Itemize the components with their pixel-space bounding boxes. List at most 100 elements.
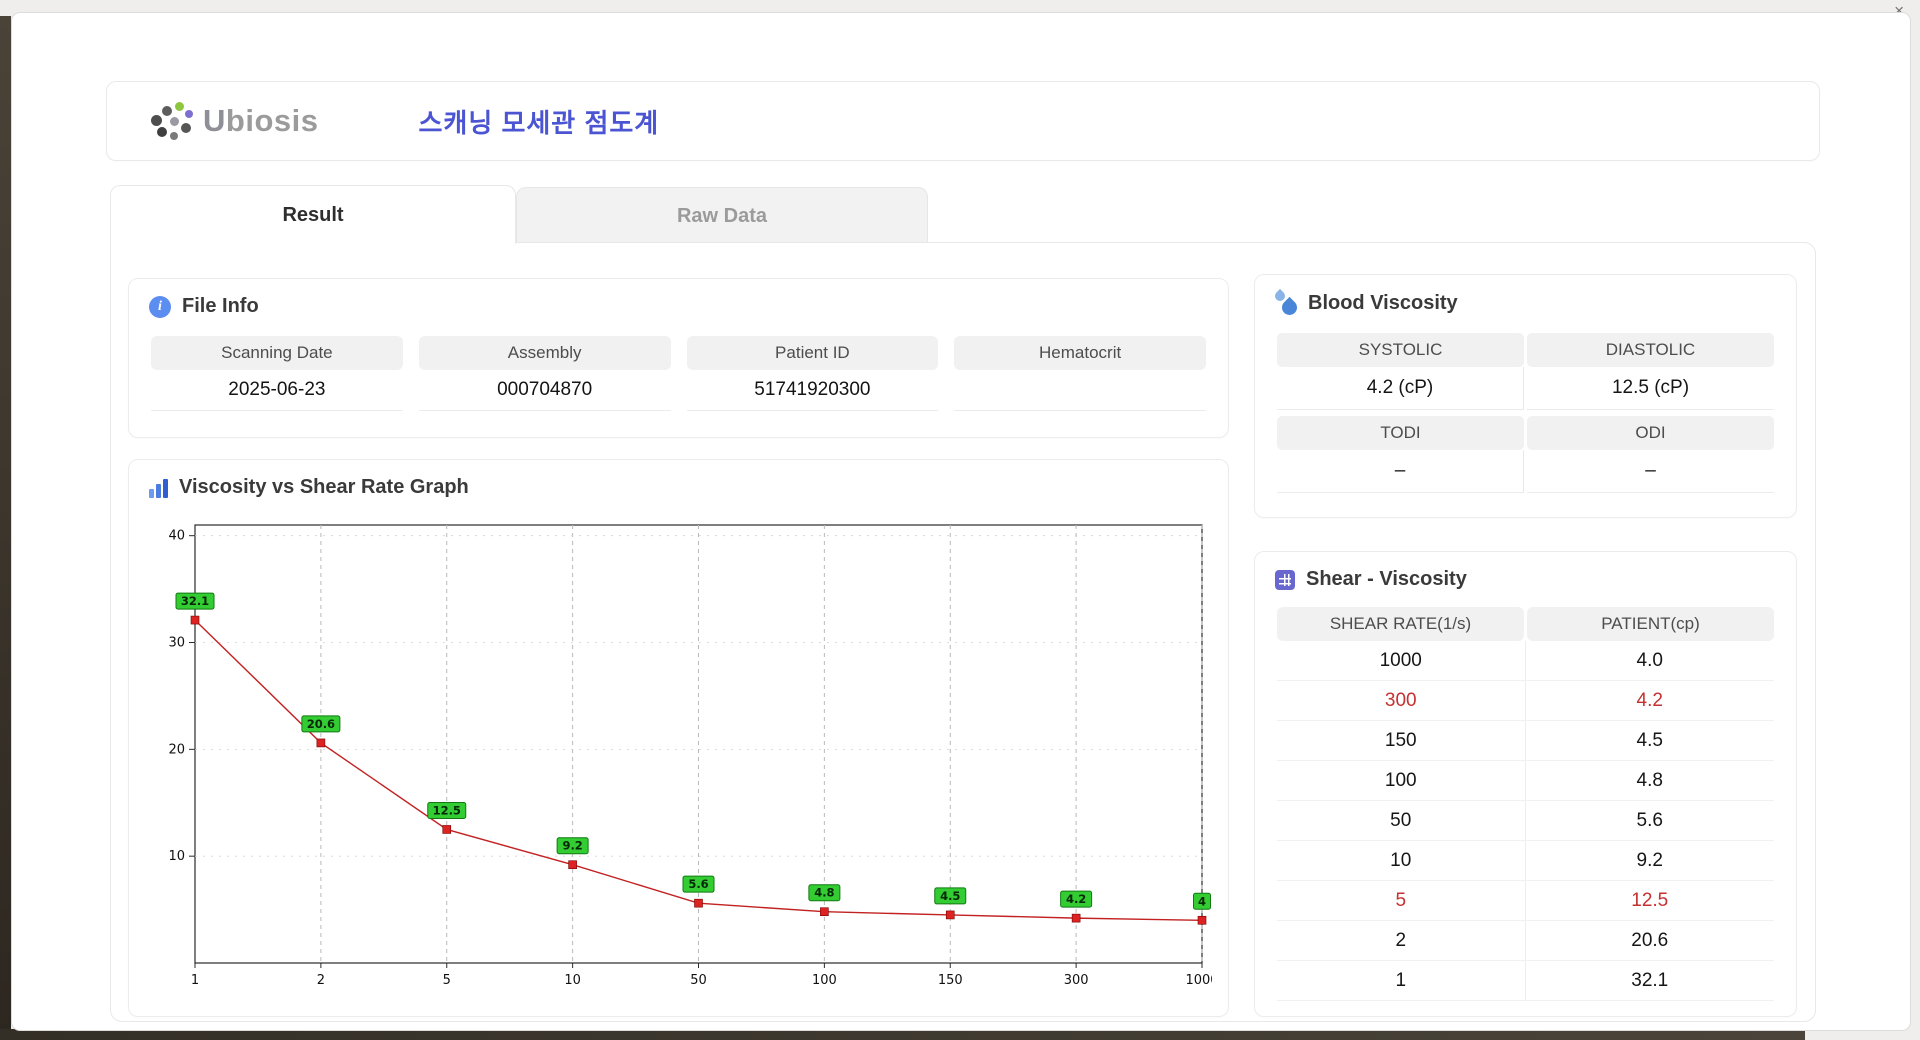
graph-title: Viscosity vs Shear Rate Graph <box>129 460 1228 499</box>
patient-viscosity-cell: 5.6 <box>1636 810 1663 831</box>
field-label: Assembly <box>418 336 671 370</box>
svg-text:10: 10 <box>564 973 581 988</box>
svg-text:1000: 1000 <box>1185 973 1212 988</box>
brand-name: Ubiosis <box>203 103 319 138</box>
column-header-shear-rate: SHEAR RATE(1/s) <box>1277 607 1524 641</box>
column-header-patient: PATIENT(cp) <box>1527 607 1774 641</box>
bv-label: SYSTOLIC <box>1277 333 1524 367</box>
patient-viscosity-cell: 9.2 <box>1636 850 1663 871</box>
blood-viscosity-title: Blood Viscosity <box>1255 275 1796 319</box>
file-info-fields: Scanning Date 2025-06-23 Assembly 000704870… <box>151 336 1206 411</box>
bv-label: TODI <box>1277 416 1524 450</box>
header: Ubiosis 스캐닝 모세관 점도계 <box>106 81 1820 161</box>
shear-rate-cell: 1 <box>1277 961 1526 1000</box>
bv-value: 12.5 (cP) <box>1527 367 1774 410</box>
bv-value: 4.2 (cP) <box>1277 367 1524 410</box>
svg-text:20: 20 <box>168 742 185 757</box>
field-value: 2025-06-23 <box>151 370 403 411</box>
info-icon: i <box>149 295 171 318</box>
table-row: 10 9.2 <box>1277 841 1774 881</box>
table-row: 1 32.1 <box>1277 961 1774 1001</box>
shear-rate-cell: 10 <box>1277 841 1526 880</box>
table-row: 150 4.5 <box>1277 721 1774 761</box>
svg-text:40: 40 <box>168 529 185 544</box>
table-row: 1000 4.0 <box>1277 641 1774 681</box>
patient-viscosity-cell: 20.6 <box>1631 930 1669 951</box>
patient-viscosity-cell: 4.5 <box>1636 730 1663 751</box>
svg-text:5: 5 <box>443 973 451 988</box>
svg-text:20.6: 20.6 <box>307 717 335 731</box>
blood-viscosity-title-text: Blood Viscosity <box>1308 291 1458 314</box>
bv-label: ODI <box>1527 416 1774 450</box>
svg-text:300: 300 <box>1064 973 1089 988</box>
graph-title-text: Viscosity vs Shear Rate Graph <box>179 476 469 498</box>
field-label: Scanning Date <box>151 336 403 370</box>
file-info-card: i File Info Scanning Date 2025-06-23 Assem… <box>128 278 1229 438</box>
shear-table-body: 1000 4.0 300 4.2 150 4.5 100 4.8 50 5.6 10 9.2 5 12.5… <box>1277 641 1774 1001</box>
svg-text:9.2: 9.2 <box>562 839 582 853</box>
bv-label: DIASTOLIC <box>1527 333 1774 367</box>
shear-rate-cell: 1000 <box>1277 641 1526 680</box>
tab-raw-data[interactable]: Raw Data <box>516 187 928 244</box>
shear-viscosity-title-text: Shear - Viscosity <box>1306 568 1467 590</box>
patient-viscosity-cell: 4.8 <box>1636 770 1663 791</box>
file-info-field: Scanning Date 2025-06-23 <box>151 336 403 411</box>
app-window: Ubiosis 스캐닝 모세관 점도계 Result Raw Data i Fi… <box>11 12 1911 1031</box>
patient-viscosity-cell: 4.0 <box>1636 650 1663 671</box>
patient-viscosity-cell: 4.2 <box>1636 690 1663 711</box>
file-info-field: Assembly 000704870 <box>418 336 671 411</box>
svg-text:100: 100 <box>812 973 837 988</box>
shear-rate-cell: 50 <box>1277 801 1526 840</box>
file-info-title: i File Info <box>129 279 1228 318</box>
patient-viscosity-cell: 32.1 <box>1631 970 1669 991</box>
blood-drop-icon <box>1272 288 1301 319</box>
svg-text:50: 50 <box>690 973 707 988</box>
viscosity-chart: 10 20 30 40 1 2 5 10 50 100 150 300 1000 32.1 20.6 12.5… <box>149 515 1228 1000</box>
blood-viscosity-card: Blood Viscosity SYSTOLIC DIASTOLIC 4.2 (cP… <box>1254 274 1797 518</box>
shear-table-header: SHEAR RATE(1/s) PATIENT(cp) <box>1277 607 1774 641</box>
svg-text:12.5: 12.5 <box>433 803 461 817</box>
svg-text:150: 150 <box>938 973 963 988</box>
svg-text:1: 1 <box>191 973 199 988</box>
bar-chart-icon <box>149 478 168 498</box>
shear-rate-cell: 2 <box>1277 921 1526 960</box>
svg-text:4.2: 4.2 <box>1066 892 1086 906</box>
field-value <box>954 370 1206 411</box>
bv-value: – <box>1277 450 1524 493</box>
result-panel: i File Info Scanning Date 2025-06-23 Assem… <box>110 242 1816 1022</box>
svg-text:32.1: 32.1 <box>181 594 209 608</box>
svg-text:5.6: 5.6 <box>688 877 708 891</box>
graph-card: Viscosity vs Shear Rate Graph 10 20 30 40 1 2… <box>128 459 1229 1017</box>
shear-rate-cell: 150 <box>1277 721 1526 760</box>
file-info-field: Hematocrit <box>954 336 1206 411</box>
shear-viscosity-card: Shear - Viscosity SHEAR RATE(1/s) PATIEN… <box>1254 551 1797 1017</box>
table-row: 2 20.6 <box>1277 921 1774 961</box>
ubiosis-logo: Ubiosis <box>149 100 318 142</box>
field-value: 51741920300 <box>686 370 939 411</box>
ubiosis-logo-icon <box>149 100 195 142</box>
viscosity-shear-chart: 10 20 30 40 1 2 5 10 50 100 150 300 1000 32.1 20.6 12.5… <box>168 524 1219 988</box>
shear-rate-cell: 5 <box>1277 881 1526 920</box>
svg-text:2: 2 <box>317 973 325 988</box>
svg-text:30: 30 <box>168 636 185 651</box>
svg-text:4.5: 4.5 <box>940 889 960 903</box>
field-label: Hematocrit <box>954 336 1206 370</box>
svg-text:10: 10 <box>168 849 185 864</box>
tab-result[interactable]: Result <box>110 185 516 244</box>
field-label: Patient ID <box>686 336 939 370</box>
blood-viscosity-grid: SYSTOLIC DIASTOLIC 4.2 (cP) 12.5 (cP) TODI OD… <box>1277 333 1774 493</box>
desktop-edge-left <box>0 16 11 1040</box>
table-row: 5 12.5 <box>1277 881 1774 921</box>
svg-text:4.8: 4.8 <box>814 886 834 900</box>
table-row: 300 4.2 <box>1277 681 1774 721</box>
shear-rate-cell: 100 <box>1277 761 1526 800</box>
file-info-field: Patient ID 51741920300 <box>686 336 939 411</box>
file-info-title-text: File Info <box>182 295 259 317</box>
app-title: 스캐닝 모세관 점도계 <box>418 107 660 138</box>
shear-rate-cell: 300 <box>1277 681 1526 720</box>
shear-viscosity-title: Shear - Viscosity <box>1255 552 1796 591</box>
table-grid-icon <box>1275 569 1295 590</box>
table-row: 50 5.6 <box>1277 801 1774 841</box>
bv-value: – <box>1527 450 1774 493</box>
patient-viscosity-cell: 12.5 <box>1631 890 1669 911</box>
